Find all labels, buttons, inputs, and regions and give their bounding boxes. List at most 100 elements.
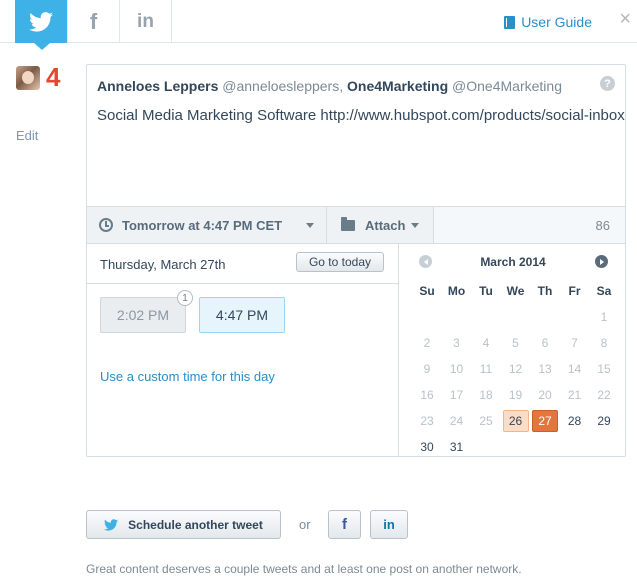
help-icon[interactable]: ?	[600, 76, 615, 91]
weekday-header: Fr	[568, 284, 581, 298]
scheduled-count-badge: 1	[177, 290, 193, 306]
calendar-day[interactable]: 31	[444, 436, 470, 458]
composer-card: Anneloes Leppers @anneloesleppers, One4M…	[86, 64, 626, 457]
calendar-empty-cell	[591, 436, 617, 458]
facebook-icon: f	[89, 8, 98, 34]
calendar: March 2014 Su Mo Tu We Th Fr Sa 1 2 3 4 5 6 7 8 9 10 11 12…	[401, 244, 625, 456]
tab-facebook[interactable]: f	[68, 0, 120, 43]
schedule-another-tweet-button[interactable]: Schedule another tweet	[86, 510, 281, 539]
facebook-icon: f	[342, 516, 347, 533]
calendar-day-disabled: 25	[479, 414, 493, 428]
calendar-day-disabled: 17	[449, 388, 464, 402]
calendar-day-disabled: 7	[571, 336, 578, 350]
weekday-header: Sa	[596, 284, 612, 298]
schedule-time-dropdown[interactable]: Tomorrow at 4:47 PM CET	[87, 207, 327, 243]
calendar-day-disabled: 9	[423, 362, 431, 376]
calendar-day[interactable]: 29	[591, 410, 617, 432]
character-count: 86	[595, 218, 610, 233]
linkedin-icon: in	[137, 10, 154, 32]
go-to-today-button[interactable]: Go to today	[295, 252, 384, 272]
date-header: Thursday, March 27th Go to today	[87, 244, 398, 284]
calendar-empty-cell	[562, 306, 588, 328]
company-name: One4Marketing	[347, 78, 449, 94]
company-handle: @One4Marketing	[452, 78, 562, 94]
calendar-day-today[interactable]: 26	[502, 410, 529, 432]
custom-time-link[interactable]: Use a custom time for this day	[100, 369, 275, 384]
calendar-day-disabled: 16	[420, 388, 434, 402]
close-icon[interactable]: ×	[619, 8, 631, 31]
calendar-day-disabled: 14	[567, 362, 582, 376]
clock-icon	[99, 218, 113, 232]
message-textarea[interactable]: Social Media Marketing Software http://w…	[97, 107, 625, 124]
calendar-day-disabled: 6	[541, 336, 549, 350]
composer-toolbar: Tomorrow at 4:47 PM CET Attach 86	[87, 206, 625, 244]
calendar-day-disabled: 12	[508, 362, 523, 376]
calendar-empty-cell	[503, 436, 529, 458]
calendar-grid: Su Mo Tu We Th Fr Sa 1 2 3 4 5 6 7 8 9 10 11 12 13 14 15 16 17 1…	[413, 278, 617, 460]
linkedin-icon: in	[383, 517, 395, 532]
calendar-day-disabled: 5	[512, 336, 519, 350]
time-slot-label: 4:47 PM	[215, 307, 269, 323]
weekday-header: Mo	[447, 284, 466, 298]
book-icon	[504, 15, 516, 29]
twitter-bird-icon	[104, 518, 119, 531]
calendar-empty-cell	[473, 306, 499, 328]
weekday-header: Th	[537, 284, 553, 298]
tab-twitter[interactable]	[15, 0, 68, 43]
calendar-day-disabled: 19	[508, 388, 523, 402]
calendar-day-selected[interactable]: 27	[532, 410, 558, 432]
calendar-day-disabled: 10	[449, 362, 464, 376]
schedule-time-label: Tomorrow at 4:47 PM CET	[122, 217, 283, 233]
calendar-empty-cell	[503, 306, 529, 328]
avatar	[16, 66, 40, 90]
weekday-header: Tu	[479, 284, 493, 298]
calendar-empty-cell	[444, 306, 470, 328]
time-slot-selected[interactable]: 4:47 PM	[199, 297, 285, 333]
calendar-empty-cell	[414, 306, 440, 328]
attach-label: Attach	[365, 217, 406, 233]
account-name: Anneloes Leppers	[97, 78, 219, 94]
facebook-post-button[interactable]: f	[328, 510, 361, 539]
calendar-day-disabled: 24	[449, 414, 464, 428]
calendar-day-disabled: 1	[600, 310, 608, 324]
calendar-day[interactable]: 30	[414, 436, 440, 458]
calendar-day-disabled: 21	[567, 388, 582, 402]
calendar-empty-cell	[473, 436, 499, 458]
calendar-day[interactable]: 28	[562, 410, 588, 432]
selected-date-label: Thursday, March 27th	[100, 257, 226, 272]
calendar-day-disabled: 2	[423, 336, 431, 350]
account-handle: @anneloesleppers,	[222, 78, 344, 94]
calendar-day-disabled: 22	[597, 388, 611, 402]
calendar-day-disabled: 20	[538, 388, 552, 402]
time-slot-past[interactable]: 2:02 PM 1	[100, 290, 193, 333]
calendar-empty-cell	[532, 306, 558, 328]
user-guide-link[interactable]: User Guide	[504, 14, 592, 30]
twitter-bird-icon	[29, 11, 53, 32]
calendar-day-disabled: 8	[600, 336, 608, 350]
one4marketing-logo-icon: 4	[46, 62, 61, 92]
active-tab-pointer	[34, 43, 50, 50]
recipient-line: Anneloes Leppers @anneloesleppers, One4M…	[97, 78, 562, 94]
calendar-day-disabled: 15	[597, 362, 611, 376]
weekday-header: Su	[419, 284, 435, 298]
weekday-header: We	[506, 284, 525, 298]
linkedin-post-button[interactable]: in	[370, 510, 408, 539]
next-month-icon[interactable]	[595, 255, 608, 268]
calendar-day-disabled: 11	[479, 362, 493, 376]
footer-note: Great content deserves a couple tweets a…	[86, 562, 522, 576]
attach-dropdown[interactable]: Attach	[327, 207, 434, 243]
calendar-empty-cell	[562, 436, 588, 458]
edit-link[interactable]: Edit	[16, 128, 38, 143]
calendar-empty-cell	[532, 436, 558, 458]
calendar-day-disabled: 3	[453, 336, 460, 350]
folder-icon	[341, 216, 355, 231]
schedule-another-tweet-label: Schedule another tweet	[128, 517, 263, 532]
calendar-month-title: March 2014	[480, 255, 546, 269]
user-guide-label: User Guide	[521, 14, 592, 30]
calendar-day-disabled: 23	[420, 414, 434, 428]
tab-linkedin[interactable]: in	[120, 0, 172, 43]
calendar-day-disabled: 4	[482, 336, 490, 350]
time-slot-label: 2:02 PM	[116, 307, 170, 323]
network-tab-bar: f in User Guide ×	[0, 0, 637, 43]
chevron-down-icon	[306, 223, 314, 228]
